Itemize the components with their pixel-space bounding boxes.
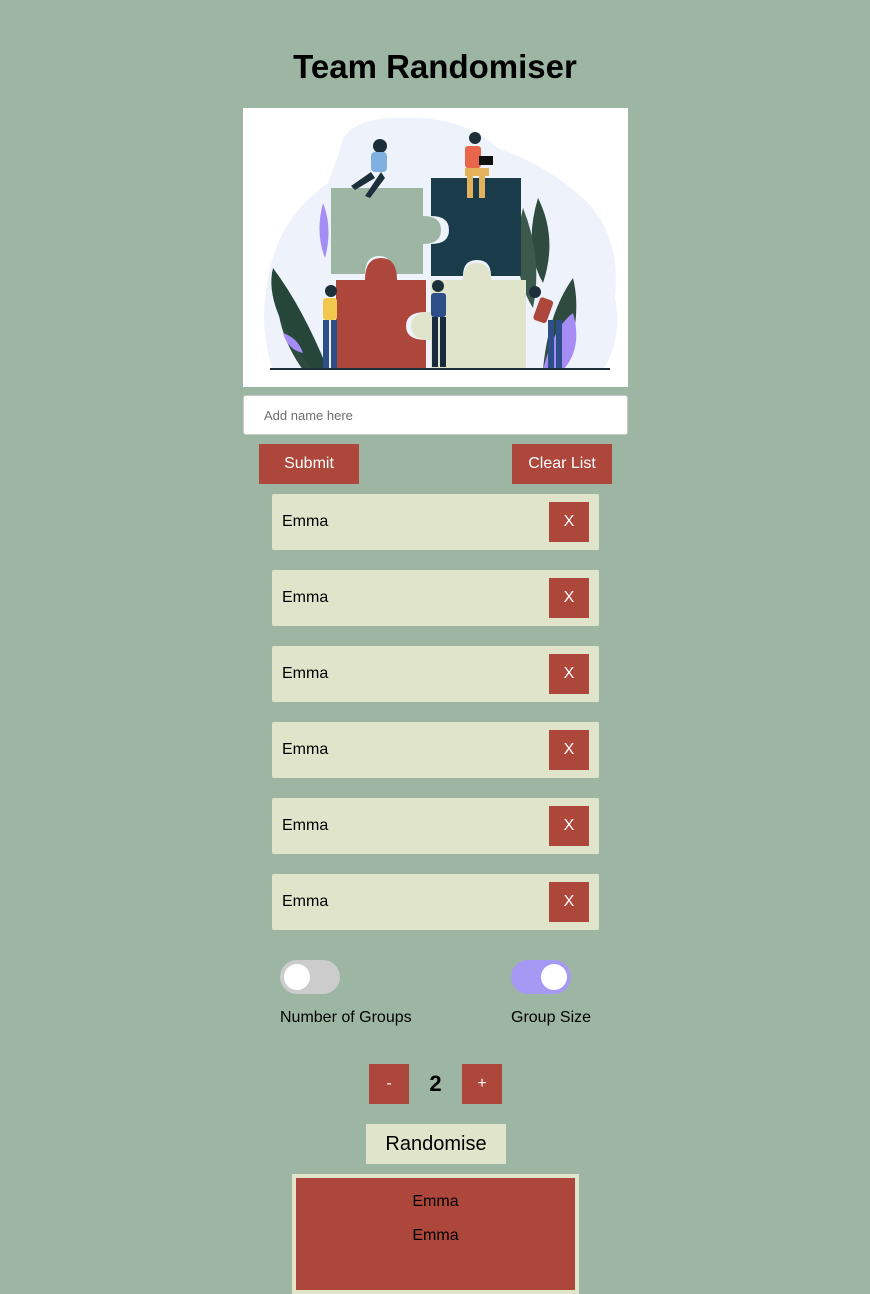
remove-name-button[interactable]: X xyxy=(549,730,589,770)
group-member: Emma xyxy=(412,1193,459,1210)
group-size-toggle[interactable] xyxy=(511,960,571,994)
name-list: Emma X Emma X Emma X Emma X Emma X Emma … xyxy=(272,494,599,950)
submit-button[interactable]: Submit xyxy=(259,444,359,484)
name-list-item: Emma X xyxy=(272,722,599,778)
number-of-groups-toggle[interactable] xyxy=(280,960,340,994)
name-list-item: Emma X xyxy=(272,494,599,550)
group-card: Emma Emma xyxy=(292,1174,579,1294)
name-label: Emma xyxy=(282,513,329,530)
name-label: Emma xyxy=(282,665,329,682)
group-members: Emma Emma xyxy=(296,1178,575,1246)
count-value: 2 xyxy=(429,1071,442,1096)
name-label: Emma xyxy=(282,741,329,758)
increment-button[interactable]: + xyxy=(462,1064,502,1104)
decrement-button[interactable]: - xyxy=(369,1064,409,1104)
toggle-knob xyxy=(541,964,567,990)
number-of-groups-label: Number of Groups xyxy=(280,1009,412,1026)
group-member: Emma xyxy=(412,1227,459,1244)
hero-illustration xyxy=(243,108,628,387)
remove-name-button[interactable]: X xyxy=(549,502,589,542)
name-list-item: Emma X xyxy=(272,570,599,626)
toggle-knob xyxy=(284,964,310,990)
name-input[interactable] xyxy=(243,395,628,435)
remove-name-button[interactable]: X xyxy=(549,654,589,694)
name-list-item: Emma X xyxy=(272,874,599,930)
group-size-label: Group Size xyxy=(511,1009,592,1026)
remove-name-button[interactable]: X xyxy=(549,882,589,922)
name-list-item: Emma X xyxy=(272,798,599,854)
team-puzzle-illustration xyxy=(264,117,618,370)
name-label: Emma xyxy=(282,589,329,606)
page-title: Team Randomiser xyxy=(293,48,577,85)
remove-name-button[interactable]: X xyxy=(549,806,589,846)
name-label: Emma xyxy=(282,817,329,834)
randomise-button[interactable]: Randomise xyxy=(366,1124,506,1164)
name-label: Emma xyxy=(282,893,329,910)
name-list-item: Emma X xyxy=(272,646,599,702)
remove-name-button[interactable]: X xyxy=(549,578,589,618)
clear-list-button[interactable]: Clear List xyxy=(512,444,612,484)
